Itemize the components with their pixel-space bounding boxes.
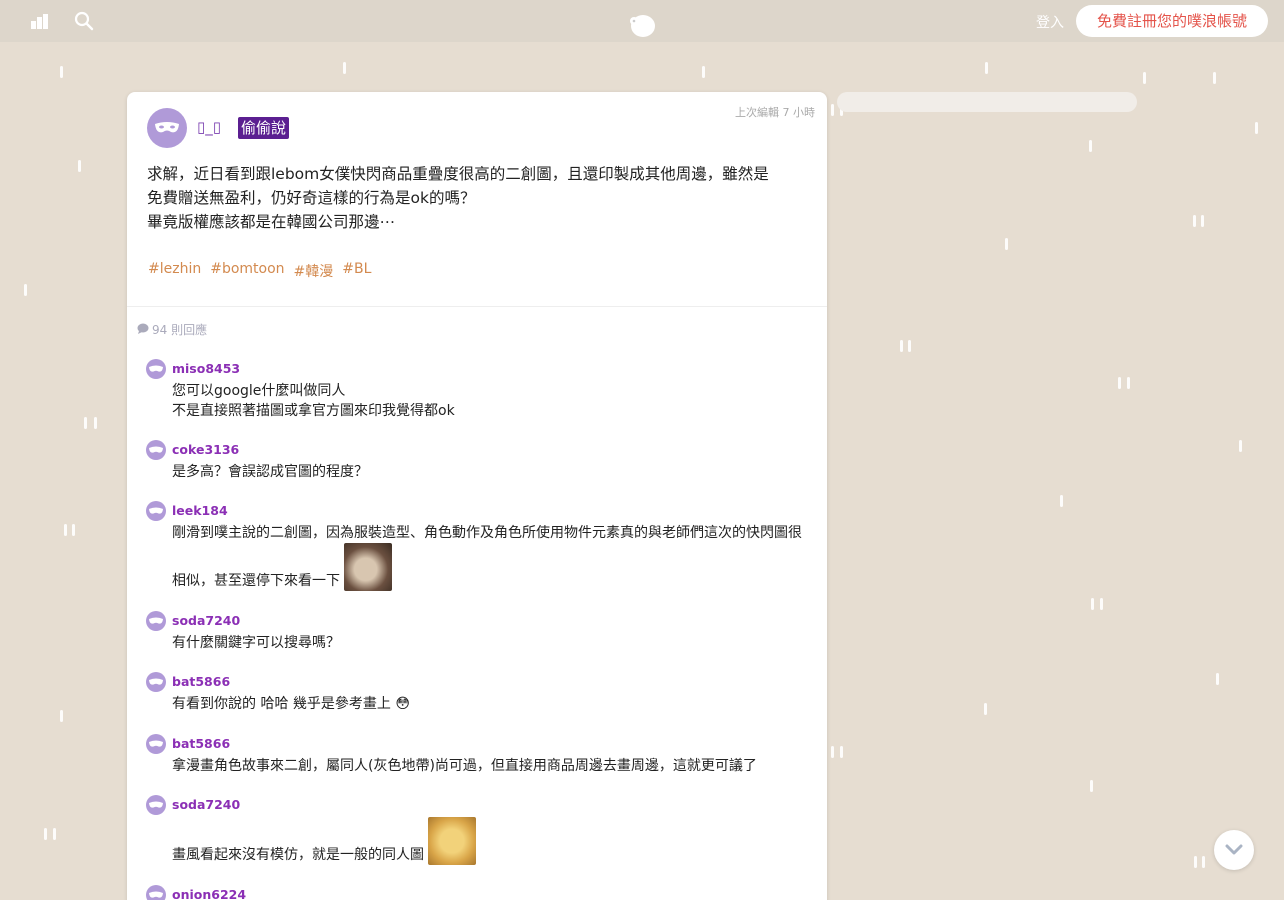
tag-link[interactable]: #lezhin [148,261,201,281]
reply-text-line: 有看到你說的 哈哈 幾乎是參考畫上 😳 [172,696,410,712]
plurk-post: ▯_▯ 偷偷說 上次編輯 7 小時 求解，近日看到跟lebom女僕快閃商品重疊度… [127,92,827,307]
reply-text: 拿漫畫角色故事來二創，屬同人(灰色地帶)尚可過，但直接用商品周邊去畫周邊，這就更… [172,756,802,776]
tag-link[interactable]: #bomtoon [210,261,284,281]
reply-text-line: 不是直接照著描圖或拿官方圖來印我覺得都ok [172,403,455,419]
signup-button[interactable]: 免費註冊您的噗浪帳號 [1076,5,1268,37]
reply-username[interactable]: bat5866 [172,674,230,689]
anonymous-mask-avatar [146,501,166,521]
reply-text: 您可以google什麼叫做同人 不是直接照著描圖或拿官方圖來印我覺得都ok [172,381,802,421]
reply-text-line: 剛滑到噗主說的二創圖，因為服裝造型、角色動作及角色所使用物件元素真的與老師們這次… [172,525,802,541]
reply-text-line: 有什麼關鍵字可以搜尋嗎？ [172,635,340,651]
reply-text: 剛滑到噗主說的二創圖，因為服裝造型、角色動作及角色所使用物件元素真的與老師們這次… [172,523,802,591]
anonymous-mask-avatar [146,734,166,754]
reply-text: 畫風看起來沒有模仿，就是一般的同人圖 [172,817,802,865]
anonymous-mask-avatar [146,611,166,631]
post-author[interactable]: ▯_▯ [197,118,221,136]
replies-count: 94 則回應 [137,321,207,338]
tag-link[interactable]: #BL [342,261,371,281]
sticker-image[interactable] [428,817,477,865]
reply-text: 是多高？會誤認成官圖的程度？ [172,462,802,482]
anonymous-mask-avatar [146,359,166,379]
reply-username[interactable]: miso8453 [172,361,240,376]
anonymous-badge: 偷偷說 [238,117,290,139]
reply-text: 有什麼關鍵字可以搜尋嗎？ [172,633,802,653]
tag-link[interactable]: #韓漫 [294,261,334,281]
reply-text-line: 是多高？會誤認成官圖的程度？ [172,464,368,480]
sidebar-placeholder [837,92,1137,112]
reply-text-line: 相似，甚至還停下來看一下 [172,573,340,589]
timeline-icon[interactable] [30,11,50,31]
top-bar: 登入 免費註冊您的噗浪帳號 [0,0,1284,42]
login-link[interactable]: 登入 [1036,12,1064,32]
edited-time: 上次編輯 7 小時 [735,106,815,119]
anonymous-mask-avatar [146,885,166,900]
post-content: 求解，近日看到跟lebom女僕快閃商品重疊度很高的二創圖，且還印製成其他周邊，雖… [147,162,807,234]
reply-text-line: 拿漫畫角色故事來二創，屬同人(灰色地帶)尚可過，但直接用商品周邊去畫周邊，這就更… [172,758,757,774]
post-tags: #lezhin #bomtoon #韓漫 #BL [148,261,371,281]
reply-username[interactable]: onion6224 [172,887,246,900]
comment-bubble-icon [137,323,149,337]
scroll-down-button[interactable] [1214,830,1254,870]
sticker-image[interactable] [344,543,393,591]
reply-text-line-wrap: 相似，甚至還停下來看一下 [172,543,802,591]
post-text-line: 求解，近日看到跟lebom女僕快閃商品重疊度很高的二創圖，且還印製成其他周邊，雖… [147,165,769,183]
reply-username[interactable]: bat5866 [172,736,230,751]
anonymous-mask-avatar [147,108,187,148]
post-text-line: 畢竟版權應該都是在韓國公司那邊⋯ [147,213,396,231]
replies-count-text: 94 則回應 [152,323,208,337]
reply-username[interactable]: soda7240 [172,797,240,812]
search-icon[interactable] [74,11,94,31]
anonymous-mask-avatar [146,795,166,815]
reply-text-line: 您可以google什麼叫做同人 [172,383,346,399]
reply-text: 有看到你說的 哈哈 幾乎是參考畫上 😳 [172,694,802,714]
reply-username[interactable]: coke3136 [172,442,239,457]
post-text-line: 免費贈送無盈利，仍好奇這樣的行為是ok的嗎？ [147,189,476,207]
anonymous-mask-avatar [146,672,166,692]
plurk-card: ▯_▯ 偷偷說 上次編輯 7 小時 求解，近日看到跟lebom女僕快閃商品重疊度… [127,92,827,900]
plurk-logo-icon[interactable] [628,12,656,38]
reply-text-line-wrap: 畫風看起來沒有模仿，就是一般的同人圖 [172,817,802,865]
anonymous-mask-avatar [146,440,166,460]
reply-username[interactable]: soda7240 [172,613,240,628]
chevron-down-icon [1225,841,1243,860]
reply-text-line: 畫風看起來沒有模仿，就是一般的同人圖 [172,847,424,863]
reply-username[interactable]: leek184 [172,503,228,518]
